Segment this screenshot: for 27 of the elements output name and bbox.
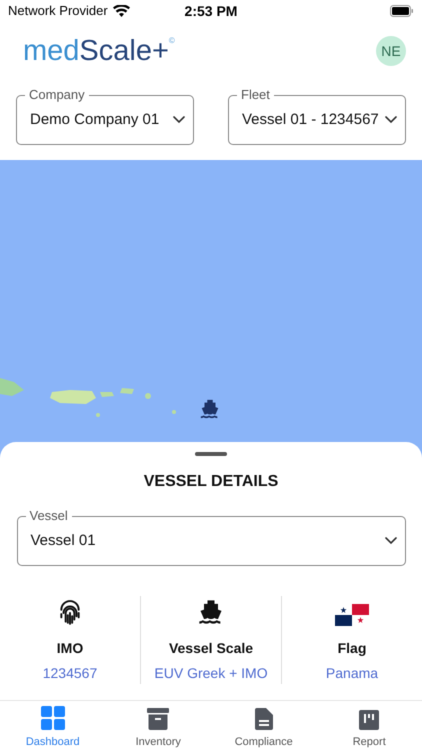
detail-value: 1234567 (42, 664, 98, 683)
app-logo: medScale+© (23, 36, 175, 66)
archive-box-icon (147, 708, 170, 730)
grid-icon (40, 706, 65, 730)
detail-label: Flag (338, 639, 366, 658)
detail-label: Vessel Scale (168, 639, 254, 658)
status-time: 2:53 PM (184, 2, 238, 20)
user-avatar[interactable]: NE (376, 36, 406, 66)
detail-label: IMO (56, 639, 84, 658)
detail-value: EUV Greek + IMO (154, 664, 268, 683)
wifi-icon (112, 5, 130, 17)
chevron-down-icon (385, 116, 397, 124)
battery-icon (390, 5, 414, 17)
carrier-name: Network Provider (8, 2, 108, 20)
tab-item[interactable]: Compliance (211, 701, 316, 750)
ship-marker-icon[interactable] (199, 398, 221, 420)
board-icon (359, 710, 380, 730)
drag-handle[interactable] (195, 452, 227, 456)
chevron-down-icon (173, 116, 185, 124)
detail-value: Panama (326, 664, 378, 683)
tab-item[interactable]: Report (316, 701, 422, 750)
tab-item[interactable]: Inventory (106, 701, 211, 750)
tab-item[interactable]: Dashboard (0, 701, 106, 750)
flag-icon (335, 604, 369, 626)
sheet-title: VESSEL DETAILS (144, 472, 278, 492)
chevron-down-icon (384, 537, 396, 545)
document-icon (254, 708, 273, 730)
